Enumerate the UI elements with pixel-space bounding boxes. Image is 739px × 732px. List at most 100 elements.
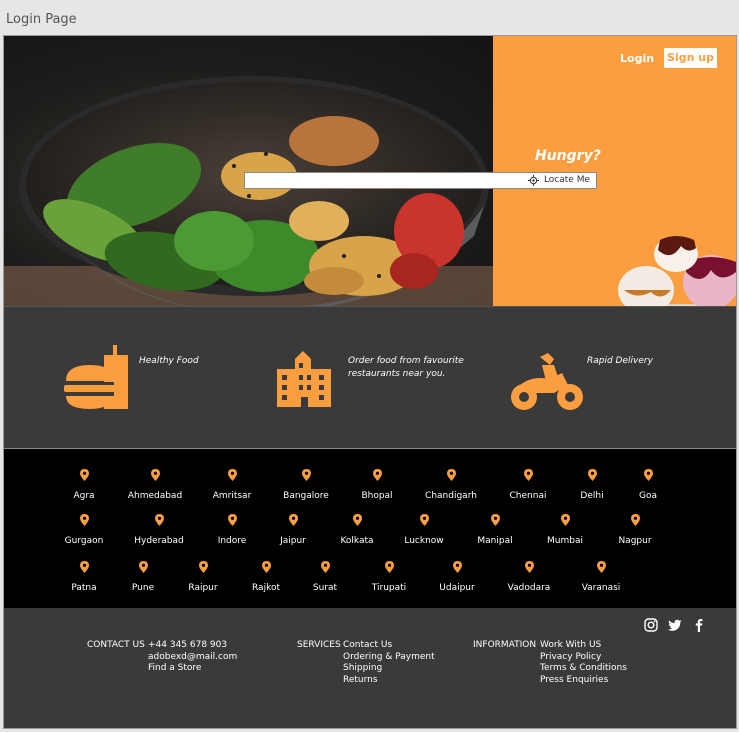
city-name: Varanasi <box>581 583 621 593</box>
crosshair-icon <box>527 175 539 186</box>
information-list: Work With US Privacy Policy Terms & Cond… <box>540 640 627 686</box>
burger-drink-icon <box>64 345 128 409</box>
shipping-link[interactable]: Shipping <box>343 663 435 675</box>
city-name: Tirupati <box>371 583 407 593</box>
contact-phone[interactable]: +44 345 678 903 <box>148 640 237 652</box>
city-link[interactable]: Mumbai <box>525 514 605 547</box>
city-link[interactable]: Ahmedabad <box>115 469 195 502</box>
location-pin-icon <box>630 514 640 526</box>
contact-heading: CONTACT US <box>87 640 145 650</box>
location-pin-icon <box>301 469 311 481</box>
city-name: Udaipur <box>439 583 475 593</box>
terms-conditions-link[interactable]: Terms & Conditions <box>540 663 627 675</box>
location-pin-icon <box>372 469 382 481</box>
features-section: Healthy Food Order food from favourite r… <box>4 306 736 449</box>
locate-me-label: Locate Me <box>543 175 590 185</box>
login-page: Login Sign up Hungry? Locate Me Healthy … <box>3 35 737 729</box>
location-pin-icon <box>446 469 456 481</box>
feature-text-order: Order food from favourite restaurants ne… <box>348 356 464 379</box>
privacy-policy-link[interactable]: Privacy Policy <box>540 652 627 664</box>
contact-us-link[interactable]: Contact Us <box>343 640 435 652</box>
feature-text-healthy: Healthy Food <box>139 356 199 366</box>
city-name: Kolkata <box>340 536 374 546</box>
city-name: Manipal <box>477 536 513 546</box>
city-name: Vadodara <box>507 583 551 593</box>
city-name: Lucknow <box>404 536 444 546</box>
city-name: Gurgaon <box>64 536 104 546</box>
city-name: Hyderabad <box>134 536 184 546</box>
city-name: Patna <box>71 583 97 593</box>
salad-bowl-illustration <box>4 76 493 306</box>
hero-food-image <box>4 36 493 306</box>
twitter-icon[interactable] <box>668 618 682 632</box>
returns-link[interactable]: Returns <box>343 675 435 687</box>
cities-section: Agra Ahmedabad Amritsar Bangalore Bhopal Chan… <box>4 449 736 608</box>
location-pin-icon <box>138 561 148 573</box>
footer: CONTACT US +44 345 678 903 adobexd@mail.… <box>4 608 736 728</box>
location-pin-icon <box>227 469 237 481</box>
location-pin-icon <box>490 514 500 526</box>
city-link[interactable]: Gurgaon <box>44 514 124 547</box>
window-title: Login Page <box>6 12 77 27</box>
hungry-tagline: Hungry? <box>535 148 601 164</box>
hero-section: Login Sign up Hungry? Locate Me <box>4 36 736 316</box>
city-name: Pune <box>131 583 155 593</box>
city-link[interactable]: Bhopal <box>337 469 417 502</box>
locate-me-button[interactable]: Locate Me <box>527 173 590 188</box>
location-pin-icon <box>198 561 208 573</box>
location-pin-icon <box>261 561 271 573</box>
city-link[interactable]: Agra <box>44 469 124 502</box>
city-link[interactable]: Varanasi <box>561 561 641 594</box>
city-name: Agra <box>73 491 95 501</box>
city-link[interactable]: Goa <box>608 469 688 502</box>
press-enquiries-link[interactable]: Press Enquiries <box>540 675 627 687</box>
login-link[interactable]: Login <box>620 52 654 65</box>
city-name: Delhi <box>580 491 604 501</box>
city-link[interactable]: Udaipur <box>417 561 497 594</box>
location-pin-icon <box>452 561 462 573</box>
signup-button[interactable]: Sign up <box>664 48 717 68</box>
city-name: Raipur <box>188 583 218 593</box>
facebook-icon[interactable] <box>692 618 706 632</box>
city-link[interactable]: Chandigarh <box>411 469 491 502</box>
city-link[interactable]: Manipal <box>455 514 535 547</box>
city-link[interactable]: Hyderabad <box>119 514 199 547</box>
city-name: Indore <box>217 536 247 546</box>
city-link[interactable]: Amritsar <box>192 469 272 502</box>
location-search-input[interactable]: Locate Me <box>244 172 597 189</box>
city-link[interactable]: Nagpur <box>595 514 675 547</box>
city-name: Chennai <box>509 491 547 501</box>
delivery-scooter-icon <box>511 353 583 410</box>
city-name: Rajkot <box>252 583 280 593</box>
city-name: Ahmedabad <box>127 491 183 501</box>
location-pin-icon <box>384 561 394 573</box>
find-store-link[interactable]: Find a Store <box>148 663 237 675</box>
city-name: Chandigarh <box>425 491 477 501</box>
location-pin-icon <box>524 561 534 573</box>
location-pin-icon <box>419 514 429 526</box>
city-name: Surat <box>312 583 338 593</box>
location-pin-icon <box>643 469 653 481</box>
city-link[interactable]: Lucknow <box>384 514 464 547</box>
services-heading: SERVICES <box>297 640 341 650</box>
city-link[interactable]: Vadodara <box>489 561 569 594</box>
city-name: Amritsar <box>212 491 252 501</box>
contact-email[interactable]: adobexd@mail.com <box>148 652 237 664</box>
city-link[interactable]: Bangalore <box>266 469 346 502</box>
building-icon <box>277 351 331 407</box>
ordering-payment-link[interactable]: Ordering & Payment <box>343 652 435 664</box>
work-with-us-link[interactable]: Work With US <box>540 640 627 652</box>
location-pin-icon <box>227 514 237 526</box>
city-name: Jaipur <box>280 536 306 546</box>
services-list: Contact Us Ordering & Payment Shipping R… <box>343 640 435 686</box>
location-pin-icon <box>79 561 89 573</box>
location-pin-icon <box>352 514 362 526</box>
location-pin-icon <box>154 514 164 526</box>
feature-text-delivery: Rapid Delivery <box>587 356 653 366</box>
information-heading: INFORMATION <box>473 640 537 650</box>
instagram-icon[interactable] <box>644 618 658 632</box>
location-pin-icon <box>596 561 606 573</box>
location-pin-icon <box>320 561 330 573</box>
city-name: Mumbai <box>547 536 583 546</box>
location-pin-icon <box>79 514 89 526</box>
